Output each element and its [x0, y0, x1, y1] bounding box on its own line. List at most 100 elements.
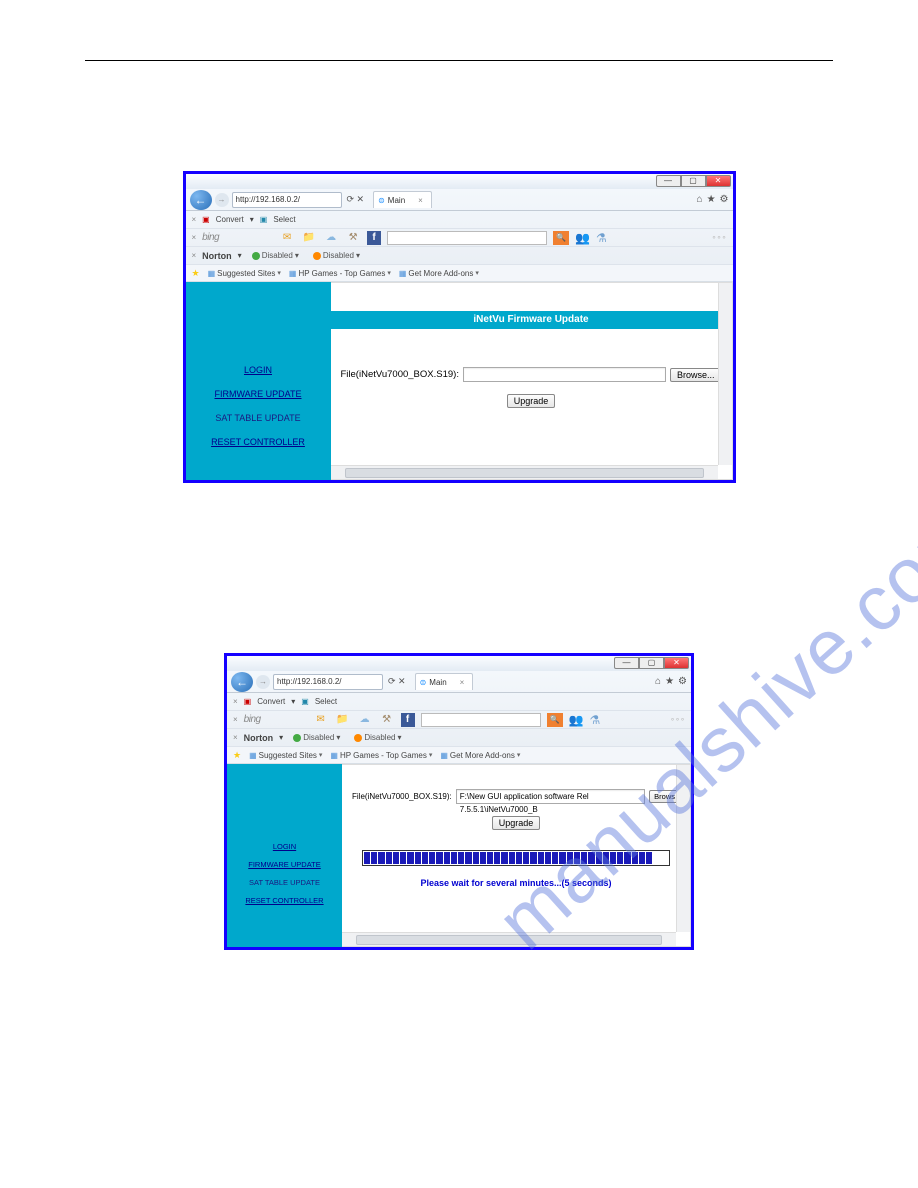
maximize-button[interactable]: ▢: [681, 175, 706, 187]
file-path-input[interactable]: F:\New GUI application software Rel 7.5.…: [456, 789, 645, 804]
scrollbar-thumb[interactable]: [356, 935, 662, 945]
refresh-stop-icons[interactable]: ⟳ ✕: [345, 194, 367, 205]
window-titlebar: — ▢ ✕: [186, 174, 733, 189]
sidebar-item-login[interactable]: LOGIN: [273, 842, 296, 851]
tab-title: Main: [388, 193, 405, 208]
convert-toolbar: × ▣ Convert ▾ ▣ Select: [186, 211, 733, 229]
back-button[interactable]: ←: [190, 190, 212, 210]
convert-icon: ▣: [202, 215, 210, 224]
sidebar-item-sat-table[interactable]: SAT TABLE UPDATE: [215, 413, 300, 423]
close-button[interactable]: ✕: [664, 657, 689, 669]
page-icon: ⊜: [420, 675, 427, 690]
browser-tab[interactable]: ⊜ Main ×: [373, 191, 432, 208]
toolbar-ext-icon-2[interactable]: ⚗: [596, 231, 607, 245]
convert-button[interactable]: Convert: [257, 697, 285, 706]
toolbar-search-input[interactable]: [421, 713, 541, 727]
home-icon[interactable]: ⌂: [655, 676, 661, 687]
page-tools: ⌂ ★ ⚙: [697, 194, 729, 205]
toolbar-ext-icon-1[interactable]: 👥: [569, 713, 584, 727]
file-row: File(iNetVu7000_BOX.S19): F:\New GUI app…: [352, 789, 680, 804]
forward-button[interactable]: →: [215, 193, 229, 207]
search-button[interactable]: 🔍: [553, 231, 569, 245]
select-button[interactable]: Select: [273, 215, 295, 224]
vertical-scrollbar[interactable]: [676, 765, 690, 932]
horizontal-scrollbar[interactable]: [331, 465, 718, 479]
suggested-sites-link[interactable]: ▦Suggested Sites▾: [208, 269, 281, 278]
sidebar-item-firmware[interactable]: FIRMWARE UPDATE: [248, 860, 321, 869]
home-icon[interactable]: ⌂: [697, 194, 703, 205]
convert-button[interactable]: Convert: [216, 215, 244, 224]
toolbar-close-icon[interactable]: ×: [192, 233, 197, 242]
toolbar-settings-icon[interactable]: ⚒: [379, 713, 395, 727]
norton-status-2[interactable]: Disabled▾: [309, 251, 364, 260]
norton-status-1[interactable]: Disabled▾: [289, 733, 344, 742]
url-input[interactable]: http://192.168.0.2/: [232, 192, 342, 208]
select-button[interactable]: Select: [315, 697, 337, 706]
horizontal-scrollbar[interactable]: [342, 932, 676, 946]
scrollbar-thumb[interactable]: [345, 468, 704, 478]
refresh-stop-icons[interactable]: ⟳ ✕: [386, 676, 408, 687]
weather-icon[interactable]: ☁: [357, 713, 373, 727]
favorites-star-icon[interactable]: ★: [665, 676, 674, 687]
minimize-button[interactable]: —: [656, 175, 681, 187]
bing-toolbar: × bing ✉ 📁 ☁ ⚒ f 🔍 👥 ⚗ ∘∘∘: [186, 229, 733, 247]
orange-dot-icon: [354, 734, 362, 742]
browser-tab[interactable]: ⊜ Main ×: [415, 673, 474, 690]
back-button[interactable]: ←: [231, 672, 253, 692]
facebook-icon[interactable]: f: [401, 713, 415, 727]
norton-status-2[interactable]: Disabled▾: [350, 733, 405, 742]
forward-button[interactable]: →: [256, 675, 270, 689]
toolbar-close-icon[interactable]: ×: [192, 215, 197, 224]
toolbar-close-icon[interactable]: ×: [192, 251, 197, 260]
weather-icon[interactable]: ☁: [323, 231, 339, 245]
bing-toolbar: × bing ✉ 📁 ☁ ⚒ f 🔍 👥 ⚗ ∘∘∘: [227, 711, 691, 729]
messages-icon[interactable]: ✉: [279, 231, 295, 245]
sidebar-item-reset[interactable]: RESET CONTROLLER: [211, 437, 305, 447]
upgrade-button[interactable]: Upgrade: [492, 816, 541, 830]
window-controls: — ▢ ✕: [656, 175, 731, 187]
favorites-star-icon[interactable]: ★: [707, 194, 716, 205]
toolbar-ext-icon-2[interactable]: ⚗: [590, 713, 601, 727]
maximize-button[interactable]: ▢: [639, 657, 664, 669]
hp-games-link[interactable]: ▦HP Games - Top Games▾: [330, 751, 432, 760]
url-input[interactable]: http://192.168.0.2/: [273, 674, 383, 690]
get-addons-link[interactable]: ▦Get More Add-ons▾: [399, 269, 479, 278]
favorites-icon[interactable]: ★: [192, 268, 200, 279]
suggested-sites-link[interactable]: ▦Suggested Sites▾: [249, 751, 322, 760]
minimize-button[interactable]: —: [614, 657, 639, 669]
favorites-icon[interactable]: ★: [233, 750, 241, 761]
messages-icon[interactable]: ✉: [313, 713, 329, 727]
bing-logo: bing: [202, 232, 219, 243]
sidebar-item-login[interactable]: LOGIN: [244, 365, 272, 375]
browser-chrome: — ▢ ✕ ← → http://192.168.0.2/ ⟳ ✕ ⊜ Main…: [227, 656, 691, 764]
toolbar-close-icon[interactable]: ×: [233, 715, 238, 724]
toolbar-ext-icon-1[interactable]: 👥: [575, 231, 590, 245]
vertical-scrollbar[interactable]: [718, 283, 732, 465]
tab-close-icon[interactable]: ×: [460, 675, 465, 690]
tab-close-icon[interactable]: ×: [418, 193, 423, 208]
toolbar-close-icon[interactable]: ×: [233, 697, 238, 706]
upgrade-button[interactable]: Upgrade: [507, 394, 556, 408]
toolbar-close-icon[interactable]: ×: [233, 733, 238, 742]
close-button[interactable]: ✕: [706, 175, 731, 187]
norton-status-1[interactable]: Disabled▾: [248, 251, 303, 260]
folder-icon[interactable]: 📁: [335, 713, 351, 727]
toolbar-overflow-icon[interactable]: ∘∘∘: [711, 233, 726, 242]
select-icon: ▣: [260, 215, 268, 224]
toolbar-overflow-icon[interactable]: ∘∘∘: [670, 715, 685, 724]
sidebar-item-sat-table[interactable]: SAT TABLE UPDATE: [249, 878, 320, 887]
browse-button[interactable]: Browse...: [670, 368, 722, 382]
toolbar-settings-icon[interactable]: ⚒: [345, 231, 361, 245]
toolbar-search-input[interactable]: [387, 231, 547, 245]
screenshot-firmware-update: — ▢ ✕ ← → http://192.168.0.2/ ⟳ ✕ ⊜ Main…: [183, 171, 736, 483]
sidebar-item-firmware[interactable]: FIRMWARE UPDATE: [215, 389, 302, 399]
search-button[interactable]: 🔍: [547, 713, 563, 727]
facebook-icon[interactable]: f: [367, 231, 381, 245]
get-addons-link[interactable]: ▦Get More Add-ons▾: [440, 751, 520, 760]
file-path-input[interactable]: [463, 367, 666, 382]
folder-icon[interactable]: 📁: [301, 231, 317, 245]
sidebar-item-reset[interactable]: RESET CONTROLLER: [245, 896, 323, 905]
gear-icon[interactable]: ⚙: [678, 676, 687, 687]
gear-icon[interactable]: ⚙: [720, 194, 729, 205]
hp-games-link[interactable]: ▦HP Games - Top Games▾: [289, 269, 391, 278]
